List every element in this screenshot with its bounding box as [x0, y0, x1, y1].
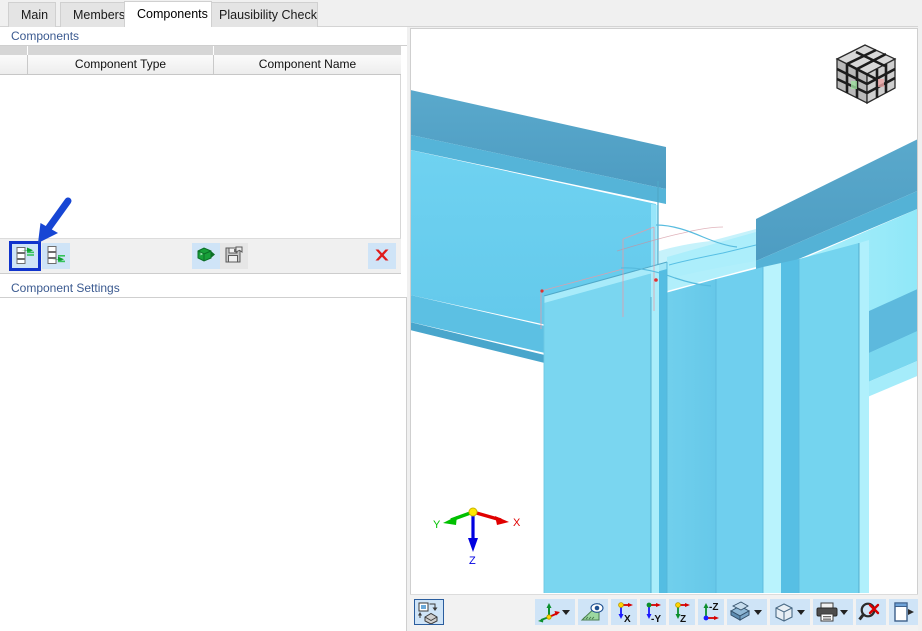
band-cell-type: [28, 46, 214, 55]
tab-components[interactable]: Components: [124, 1, 212, 27]
column-header-component-name[interactable]: Component Name: [214, 55, 401, 74]
components-section-header: Components: [0, 27, 407, 46]
view-angle-button[interactable]: [578, 599, 608, 625]
coordinate-system-button[interactable]: [535, 599, 575, 625]
axis-label-z: Z: [469, 555, 476, 566]
component-settings-header: Component Settings: [0, 279, 407, 298]
tab-plausibility-check[interactable]: Plausibility Check: [206, 2, 318, 27]
view-minus-y-icon: -Y: [646, 602, 661, 624]
components-section-title: Components: [11, 29, 80, 43]
view-x-icon: X: [618, 602, 633, 624]
tab-bar: Main Members Components Plausibility Che…: [0, 0, 922, 27]
axis-label-y: Y: [433, 519, 441, 531]
components-toolbar: [0, 238, 401, 274]
panel-toggle-button[interactable]: [889, 599, 919, 625]
box-view-button[interactable]: [770, 599, 810, 625]
render-mode-button[interactable]: [414, 599, 444, 625]
svg-text:-Y: -Y: [651, 614, 661, 624]
svg-text:X: X: [624, 614, 631, 624]
print-button[interactable]: [813, 599, 853, 625]
view-in-minus-y-button[interactable]: -Y: [640, 599, 666, 625]
magnifier-x-icon: [858, 602, 880, 621]
zoom-reset-button[interactable]: [856, 599, 886, 625]
save-component-button[interactable]: [220, 243, 248, 269]
red-x-icon: [375, 249, 389, 261]
components-panel: Components Component Type Component Name: [0, 27, 407, 631]
insert-row-below-icon: [47, 246, 65, 264]
axis-label-x: X: [513, 517, 521, 529]
chevron-down-icon[interactable]: [562, 610, 570, 615]
insert-row-above-icon: [16, 247, 34, 264]
render-cube-icon: [418, 602, 438, 624]
delete-component-button[interactable]: [368, 243, 396, 269]
new-component-button[interactable]: [9, 241, 41, 271]
band-cell-index: [0, 46, 28, 55]
solid-layers-icon: [729, 601, 751, 621]
view-in-z-button[interactable]: Z: [669, 599, 695, 625]
application-window: Main Members Components Plausibility Che…: [0, 0, 922, 631]
save-floppy-icon: [225, 246, 243, 263]
component-settings-body: [0, 298, 407, 631]
svg-text:Z: Z: [680, 614, 686, 624]
view-in-x-button[interactable]: X: [611, 599, 637, 625]
eye-ruler-icon: [580, 602, 604, 621]
display-style-button[interactable]: [727, 599, 767, 625]
chevron-down-icon[interactable]: [797, 610, 805, 615]
axes-icon: [538, 603, 560, 623]
tab-main[interactable]: Main: [8, 2, 56, 27]
wireframe-cube-icon: [775, 603, 793, 622]
printer-icon: [816, 602, 838, 622]
component-settings-title: Component Settings: [11, 281, 120, 295]
chevron-down-icon[interactable]: [754, 610, 762, 615]
view-cube[interactable]: [827, 35, 905, 111]
view-z-icon: Z: [675, 602, 690, 624]
model-viewport[interactable]: X Y Z: [410, 28, 918, 594]
insert-component-button[interactable]: [42, 243, 70, 269]
import-green-icon: [197, 247, 215, 262]
view-toolbar: X -Y Z -Z: [410, 594, 922, 631]
band-cell-name: [214, 46, 401, 55]
svg-text:-Z: -Z: [709, 602, 718, 613]
table-header-row: Component Type Component Name: [0, 55, 401, 75]
import-component-button[interactable]: [192, 243, 220, 269]
view-minus-z-icon: -Z: [703, 602, 719, 621]
tab-members[interactable]: Members: [60, 2, 132, 27]
table-body[interactable]: [0, 75, 401, 238]
column-header-component-type[interactable]: Component Type: [28, 55, 214, 74]
table-column-band: [0, 46, 401, 55]
panel-expand-icon: [894, 602, 914, 622]
chevron-down-icon[interactable]: [840, 610, 848, 615]
components-table: Component Type Component Name: [0, 46, 401, 238]
right-gutter: [918, 0, 922, 631]
view-in-minus-z-button[interactable]: -Z: [698, 599, 724, 625]
coordinate-axes-gizmo: X Y Z: [433, 507, 521, 566]
column-header-index[interactable]: [0, 55, 28, 74]
